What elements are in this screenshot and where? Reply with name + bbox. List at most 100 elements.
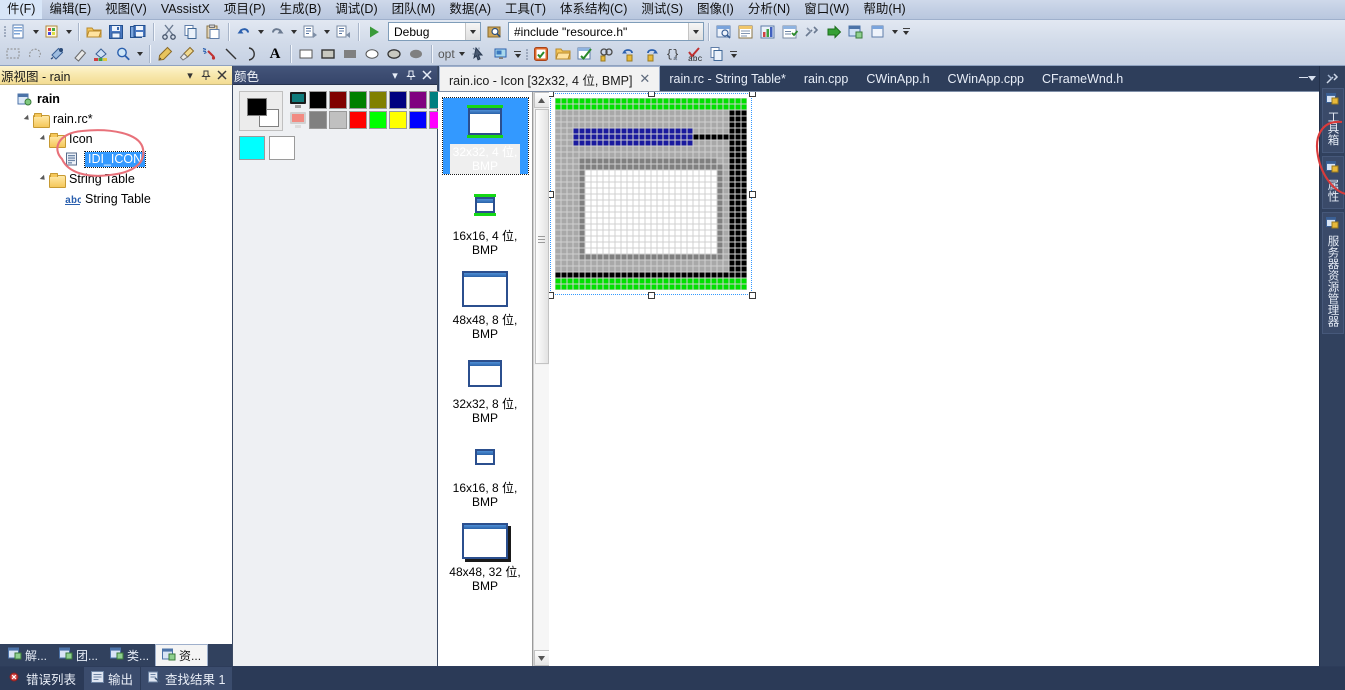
menu-item-2[interactable]: 视图(V) [98,0,154,19]
add-item-icon[interactable] [41,22,63,42]
icon-variant-4[interactable]: 16x16, 8 位, BMP [443,434,528,510]
resource-tree[interactable]: rain rain.rc* Icon IDI_ICON String Table abc S… [0,85,232,644]
fill-icon[interactable] [90,44,112,64]
icon-list-scrollbar[interactable] [533,92,550,666]
left-panel-tab-0[interactable]: 解... [2,644,53,666]
menu-item-10[interactable]: 体系结构(C) [553,0,634,19]
image-toolbar-overflow[interactable] [512,44,524,64]
color-swatch-c0c0c0[interactable] [329,111,347,129]
uncomment-icon[interactable] [332,22,354,42]
color-swatch-808080[interactable] [309,111,327,129]
icon-variant-3[interactable]: 32x32, 8 位, BMP [443,350,528,426]
find-in-files-icon[interactable] [484,22,506,42]
rect-solid-icon[interactable] [339,44,361,64]
toolbar-grip[interactable] [524,45,530,63]
undo-nav-icon[interactable] [618,44,640,64]
rect-outline-icon[interactable] [295,44,317,64]
line-icon[interactable] [220,44,242,64]
left-panel-tab-3[interactable]: 资... [155,644,209,666]
color-swatch-008000[interactable] [349,91,367,109]
redo-nav-icon[interactable] [640,44,662,64]
comment-icon[interactable] [299,22,321,42]
menu-item-11[interactable]: 测试(S) [634,0,690,19]
eyedropper-icon[interactable] [46,44,68,64]
open-file-icon[interactable] [552,44,574,64]
resize-handle-5[interactable] [549,291,554,299]
document-tab-2[interactable]: rain.cpp [795,67,857,91]
document-tab-4[interactable]: CWinApp.cpp [939,67,1033,91]
close-icon[interactable]: ✕ [639,71,650,87]
icon-variant-2[interactable]: 48x48, 8 位, BMP [443,266,528,342]
ellipse-outline-icon[interactable] [361,44,383,64]
color-swatch-000000[interactable] [309,91,327,109]
menu-item-3[interactable]: VAssistX [154,0,217,19]
menu-item-15[interactable]: 帮助(H) [856,0,912,19]
eraser-icon[interactable] [68,44,90,64]
toolbar-overflow-button[interactable] [900,22,912,42]
scroll-down-button[interactable] [533,650,550,666]
text-icon[interactable]: A [264,44,286,64]
color-swatch-ffffff[interactable] [269,136,295,160]
new-window-icon[interactable] [867,22,889,42]
menu-item-4[interactable]: 项目(P) [217,0,273,19]
ellipse-filled-icon[interactable] [383,44,405,64]
left-panel-tab-2[interactable]: 类... [104,644,155,666]
pin-tools-icon[interactable] [1322,68,1344,88]
open-folder-icon[interactable] [83,22,105,42]
menu-item-14[interactable]: 窗口(W) [797,0,856,19]
magnifier-dropdown[interactable] [134,44,145,64]
object-browser-icon[interactable] [757,22,779,42]
pencil-icon[interactable] [154,44,176,64]
rect-filled-icon[interactable] [317,44,339,64]
color-swatch-ffff00[interactable] [389,111,407,129]
foreground-background-swatch[interactable] [239,91,283,131]
left-panel-tab-1[interactable]: 团... [53,644,104,666]
tools-icon[interactable] [801,22,823,42]
tree-item-4[interactable]: String Table [0,169,232,189]
resize-handle-0[interactable] [549,92,554,97]
icon-variant-list[interactable]: 32x32, 4 位, BMP 16x16, 4 位, BMP 48x48, 8 位… [438,92,533,666]
find-combo[interactable]: #include "resource.h" [508,22,704,41]
find-symbol-icon[interactable] [530,44,552,64]
braces-icon[interactable]: {} [662,44,684,64]
toolbox-icon[interactable] [713,22,735,42]
airbrush-icon[interactable] [198,44,220,64]
spell-check-icon[interactable] [574,44,596,64]
find-references-icon[interactable] [596,44,618,64]
spell-abc-icon[interactable]: abc [684,44,706,64]
status-bar-item-1[interactable]: 输出 [84,667,141,690]
new-item-dropdown[interactable] [30,22,41,42]
document-tab-1[interactable]: rain.rc - String Table* [660,67,795,91]
right-dock-tab-0[interactable]: 工具箱 [1321,88,1344,153]
resize-handle-4[interactable] [748,190,756,198]
foreground-color-swatch[interactable] [247,98,267,116]
close-icon[interactable] [214,68,230,83]
menu-item-0[interactable]: 件(F) [0,0,43,19]
color-swatch-808000[interactable] [369,91,387,109]
comment-dropdown[interactable] [321,22,332,42]
nav-toolbar-overflow[interactable] [728,44,740,64]
ellipse-solid-icon[interactable] [405,44,427,64]
menu-item-7[interactable]: 团队(M) [385,0,443,19]
brush-icon[interactable] [176,44,198,64]
redo-icon[interactable] [266,22,288,42]
color-swatch-0000ff[interactable] [409,111,427,129]
expander-icon[interactable] [38,174,49,185]
tree-item-3[interactable]: IDI_ICON [0,149,232,169]
resize-handle-6[interactable] [647,291,655,299]
close-icon[interactable] [419,68,435,83]
copy-doc-icon[interactable] [706,44,728,64]
icon-variant-0[interactable]: 32x32, 4 位, BMP [441,97,529,175]
save-all-icon[interactable] [127,22,149,42]
icon-variant-1[interactable]: 16x16, 4 位, BMP [443,182,528,258]
undo-icon[interactable] [233,22,255,42]
icon-canvas[interactable] [549,92,1319,666]
menu-item-12[interactable]: 图像(I) [690,0,741,19]
tree-item-1[interactable]: rain.rc* [0,109,232,129]
new-window-dropdown[interactable] [889,22,900,42]
color-swatch-00ffff[interactable] [239,136,265,160]
document-tab-5[interactable]: CFrameWnd.h [1033,67,1132,91]
icon-variant-5[interactable]: 48x48, 32 位, BMP [443,518,528,594]
curve-icon[interactable] [242,44,264,64]
scrollbar-track[interactable] [533,365,550,650]
